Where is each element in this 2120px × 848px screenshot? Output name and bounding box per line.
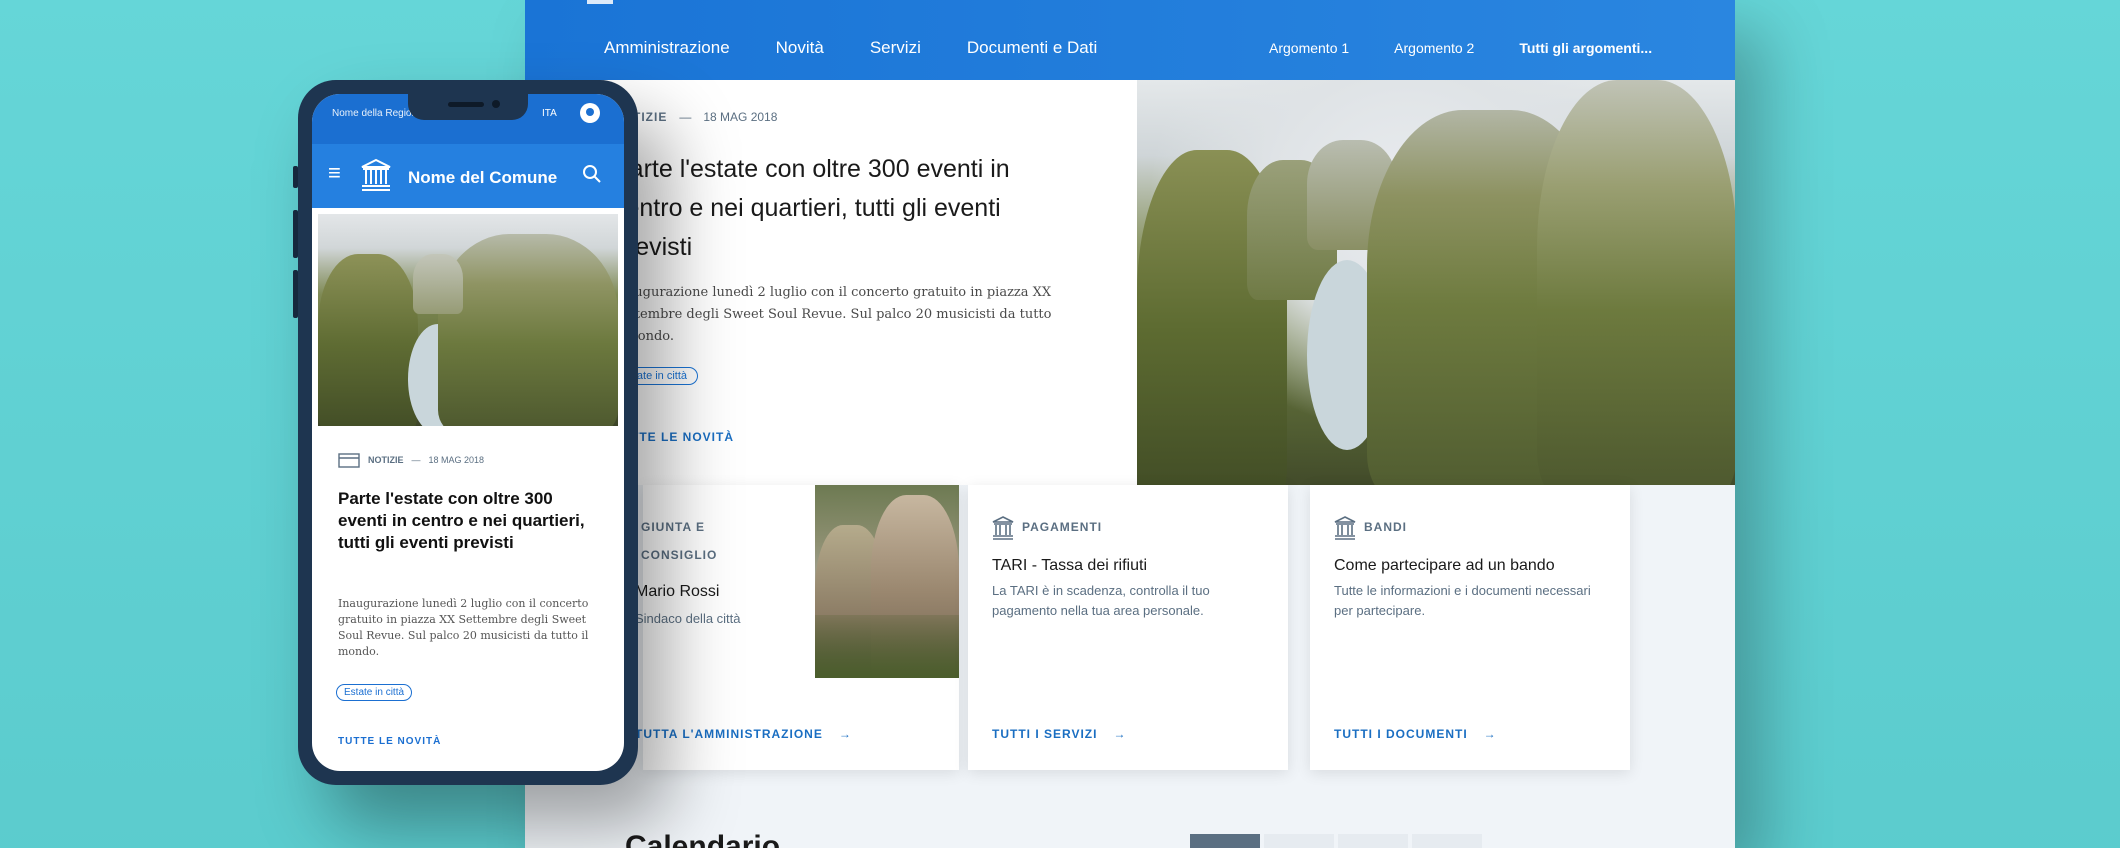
card-text: La TARI è in scadenza, controlla il tuo … — [992, 583, 1210, 618]
building-icon — [1334, 516, 1356, 540]
card-link-label[interactable]: TUTTI I DOCUMENTI — [1334, 727, 1468, 741]
all-topics-link[interactable]: Tutti gli argomenti... — [1519, 40, 1652, 56]
card-category-label: PAGAMENTI — [1022, 520, 1103, 534]
canyon-wall-far-right — [1537, 80, 1735, 500]
phone-button — [293, 210, 298, 258]
phone-button — [293, 166, 298, 188]
calendar-tabs — [1190, 834, 1482, 848]
nav-item-amministrazione[interactable]: Amministrazione — [604, 38, 730, 58]
card-title: Come partecipare ad un bando — [1334, 557, 1555, 574]
phone-button — [293, 270, 298, 318]
section-title: Calendario — [625, 830, 781, 848]
language-selector[interactable]: ITA — [542, 108, 557, 119]
canyon-wall-right — [438, 234, 618, 426]
news-image — [318, 214, 618, 426]
news-abstract: Inaugurazione lunedì 2 luglio con il con… — [338, 597, 589, 658]
hero-image — [1137, 80, 1735, 500]
card-link-label[interactable]: TUTTA L'AMMINISTRAZIONE — [635, 727, 823, 741]
news-date: 18 MAG 2018 — [428, 455, 485, 465]
canyon-far-rock — [413, 254, 463, 314]
all-news-link[interactable]: TUTTE LE NOVITÀ — [338, 736, 441, 747]
phone-notch — [408, 94, 528, 120]
card-category: BANDI — [1334, 513, 1407, 541]
card-title: TARI - Tassa dei rifiuti — [992, 557, 1148, 574]
arrow-right-icon: → — [838, 727, 852, 741]
calendar-tab[interactable] — [1412, 834, 1482, 848]
desktop-mockup: Amministrazione Novità Servizi Documenti… — [525, 0, 1735, 848]
phone-screen: Nome della Regione ITA ≡ Nome del Comune… — [312, 94, 624, 771]
news-title[interactable]: Parte l'estate con oltre 300 eventi in c… — [338, 488, 600, 554]
card-giunta[interactable]: GIUNTA E CONSIGLIO Mario Rossi Sindaco d… — [611, 485, 959, 770]
calendar-tab[interactable] — [1190, 834, 1260, 848]
hero-abstract: Inaugurazione lunedì 2 luglio con il con… — [613, 285, 1052, 344]
main-nav: Amministrazione Novità Servizi Documenti… — [604, 38, 1097, 58]
meta-separator: — — [411, 455, 421, 465]
card-bandi[interactable]: BANDI Come partecipare ad un bando Tutte… — [1310, 485, 1630, 770]
card-link[interactable]: TUTTI I DOCUMENTI → — [1334, 727, 1497, 741]
news-tag[interactable]: Estate in città — [336, 684, 413, 701]
nav-item-documenti[interactable]: Documenti e Dati — [967, 38, 1097, 58]
card-category: PAGAMENTI — [992, 513, 1102, 541]
card-link-label[interactable]: TUTTI I SERVIZI — [992, 727, 1097, 741]
news-meta: NOTIZIE — 18 MAG 2018 — [338, 452, 484, 468]
card-link[interactable]: TUTTA L'AMMINISTRAZIONE → — [635, 727, 852, 741]
topic-link-2[interactable]: Argomento 2 — [1394, 40, 1474, 56]
card-link[interactable]: TUTTI I SERVIZI → — [992, 727, 1126, 741]
card-image — [815, 485, 959, 678]
news-category[interactable]: NOTIZIE — [368, 455, 404, 465]
card-title: Mario Rossi — [635, 583, 720, 600]
logo[interactable] — [587, 0, 613, 4]
card-category-label: BANDI — [1364, 520, 1407, 534]
canyon-wall-left — [318, 254, 418, 426]
calendar-tab[interactable] — [1338, 834, 1408, 848]
nav-item-novita[interactable]: Novità — [776, 38, 824, 58]
meta-separator: — — [679, 110, 692, 124]
nav-item-servizi[interactable]: Servizi — [870, 38, 921, 58]
speaker — [448, 102, 484, 107]
card-text: Tutte le informazioni e i documenti nece… — [1334, 583, 1591, 618]
topic-link-1[interactable]: Argomento 1 — [1269, 40, 1349, 56]
municipality-logo-icon[interactable] — [360, 158, 392, 192]
topics-nav: Argomento 1 Argomento 2 Tutti gli argome… — [1269, 40, 1652, 56]
vegetation — [815, 615, 959, 678]
calendar-tab[interactable] — [1264, 834, 1334, 848]
municipality-name[interactable]: Nome del Comune — [408, 168, 557, 188]
search-icon[interactable] — [582, 164, 602, 184]
hero-date: 18 MAG 2018 — [703, 110, 778, 124]
hero-title[interactable]: Parte l'estate con oltre 300 eventi in c… — [613, 150, 1083, 267]
building-icon — [992, 516, 1014, 540]
card-pagamenti[interactable]: PAGAMENTI TARI - Tassa dei rifiuti La TA… — [968, 485, 1288, 770]
desktop-header: Amministrazione Novità Servizi Documenti… — [525, 0, 1735, 80]
camera — [492, 100, 500, 108]
card-category-label: GIUNTA E CONSIGLIO — [641, 520, 718, 562]
user-icon[interactable] — [580, 103, 600, 123]
phone-mockup: Nome della Regione ITA ≡ Nome del Comune… — [293, 80, 638, 785]
hamburger-menu-icon[interactable]: ≡ — [328, 160, 341, 186]
calendar-icon — [338, 453, 360, 468]
card-text: Sindaco della città — [635, 611, 741, 626]
arrow-right-icon: → — [1483, 727, 1497, 741]
arrow-right-icon: → — [1113, 727, 1127, 741]
phone-header: ≡ Nome del Comune — [312, 144, 624, 208]
